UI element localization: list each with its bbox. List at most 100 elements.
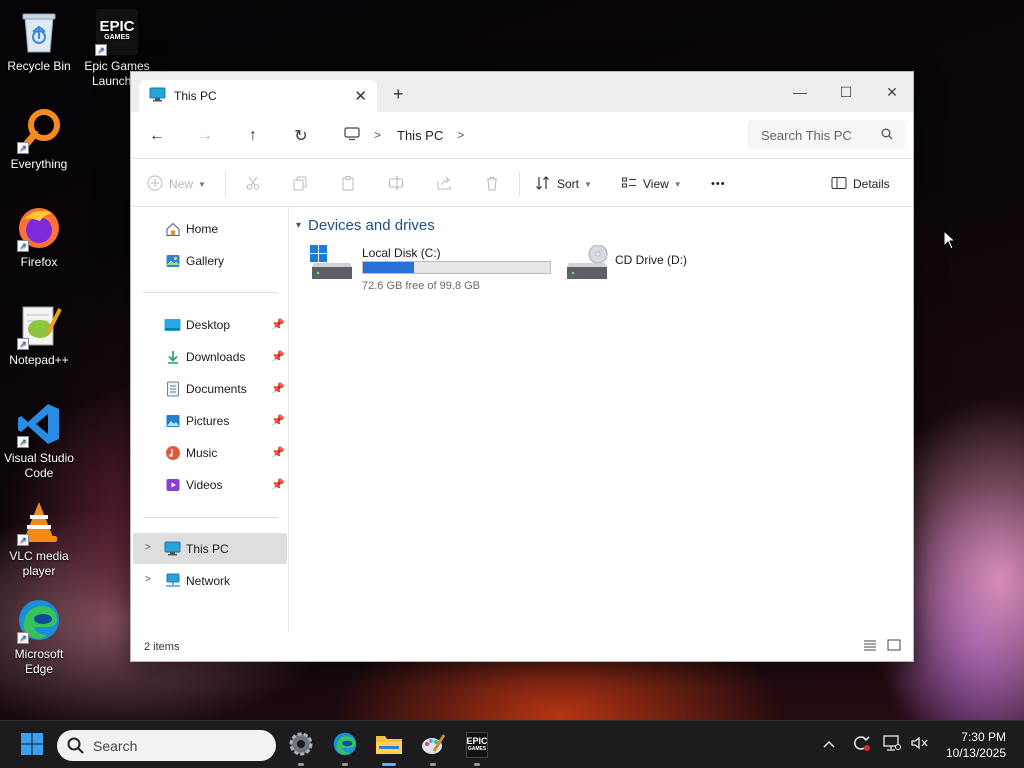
clock-time: 7:30 PM bbox=[961, 730, 1006, 744]
clock-date: 10/13/2025 bbox=[945, 746, 1006, 760]
running-indicator bbox=[298, 763, 304, 766]
sidebar-item-desktop[interactable]: Desktop 📌 bbox=[133, 309, 287, 340]
windows-logo-icon bbox=[20, 732, 44, 759]
taskbar-app-settings[interactable] bbox=[286, 730, 316, 766]
forward-button[interactable]: → bbox=[193, 124, 217, 148]
shortcut-arrow-icon: ↗ bbox=[17, 534, 29, 546]
epic-games-icon: EPIC GAMES bbox=[466, 732, 488, 758]
sort-button[interactable]: Sort ▼ bbox=[535, 173, 592, 195]
update-tray-icon[interactable] bbox=[850, 733, 872, 755]
delete-button[interactable] bbox=[484, 173, 500, 195]
vscode-icon: ↗ bbox=[15, 400, 63, 448]
close-button[interactable]: ✕ bbox=[869, 78, 915, 106]
recycle-bin-icon bbox=[15, 8, 63, 56]
sidebar-item-home[interactable]: Home bbox=[133, 213, 287, 244]
new-button[interactable]: New ▼ bbox=[147, 173, 206, 195]
pin-icon[interactable]: 📌 bbox=[271, 382, 285, 395]
desktop-icon-label: Microsoft Edge bbox=[14, 647, 64, 676]
edge-icon bbox=[332, 731, 358, 760]
title-bar: This PC ✕ + — ☐ ✕ bbox=[131, 72, 913, 112]
taskbar-clock[interactable]: 7:30 PM 10/13/2025 bbox=[946, 729, 1006, 761]
pin-icon[interactable]: 📌 bbox=[271, 446, 285, 459]
home-icon bbox=[164, 220, 181, 237]
file-explorer-icon bbox=[375, 732, 403, 759]
pin-icon[interactable]: 📌 bbox=[271, 318, 285, 331]
sidebar-item-label: Documents bbox=[186, 381, 247, 396]
chevron-right-icon[interactable]: > bbox=[145, 574, 151, 585]
desktop-icon-firefox[interactable]: ↗ Firefox bbox=[2, 204, 76, 270]
search-input[interactable]: Search This PC bbox=[747, 120, 905, 150]
sidebar-item-documents[interactable]: Documents 📌 bbox=[133, 373, 287, 404]
view-button[interactable]: View ▼ bbox=[621, 173, 682, 195]
network-tray-icon[interactable] bbox=[881, 733, 903, 755]
group-header-devices-and-drives[interactable]: ▾ Devices and drives bbox=[296, 217, 435, 234]
details-pane-button[interactable]: Details bbox=[831, 173, 890, 195]
more-options-button[interactable]: ••• bbox=[711, 173, 726, 195]
desktop-icon-notepad-plus-plus[interactable]: ↗ Notepad++ bbox=[2, 302, 76, 368]
minimize-button[interactable]: — bbox=[777, 78, 823, 106]
sidebar-item-label: Pictures bbox=[186, 413, 230, 428]
pin-icon[interactable]: 📌 bbox=[271, 414, 285, 427]
chevron-right-icon[interactable]: > bbox=[145, 542, 151, 553]
back-button[interactable]: ← bbox=[145, 124, 169, 148]
running-indicator bbox=[342, 763, 348, 766]
desktop-icon-recycle-bin[interactable]: Recycle Bin bbox=[2, 8, 76, 74]
sidebar-item-videos[interactable]: Videos 📌 bbox=[133, 469, 287, 500]
sidebar-item-this-pc[interactable]: > This PC bbox=[133, 533, 287, 564]
desktop-icon-edge[interactable]: ↗ Microsoft Edge bbox=[2, 596, 76, 677]
volume-tray-icon[interactable] bbox=[908, 733, 930, 755]
copy-icon bbox=[292, 175, 308, 194]
close-tab-icon[interactable]: ✕ bbox=[354, 87, 367, 105]
desktop-icon-label: Notepad++ bbox=[9, 353, 69, 367]
desktop-icon-label: Firefox bbox=[20, 255, 58, 269]
up-button[interactable]: ↑ bbox=[241, 124, 265, 148]
pin-icon[interactable]: 📌 bbox=[271, 350, 285, 363]
details-view-icon[interactable] bbox=[863, 639, 879, 653]
desktop-icon-label: Visual Studio Code bbox=[4, 451, 74, 480]
address-bar[interactable]: > This PC > bbox=[336, 120, 731, 150]
new-tab-button[interactable]: + bbox=[393, 84, 404, 105]
desktop-icon-everything[interactable]: ↗ Everything bbox=[2, 106, 76, 172]
sidebar-item-network[interactable]: > Network bbox=[133, 565, 287, 596]
chevron-right-icon[interactable]: > bbox=[457, 128, 464, 142]
chevron-right-icon[interactable]: > bbox=[374, 128, 381, 142]
rename-button[interactable] bbox=[388, 173, 404, 195]
taskbar-app-file-explorer[interactable] bbox=[374, 730, 404, 766]
desktop-icon-vscode[interactable]: ↗ Visual Studio Code bbox=[2, 400, 76, 481]
taskbar-search-placeholder: Search bbox=[93, 737, 138, 754]
show-hidden-icons-button[interactable] bbox=[818, 733, 840, 755]
refresh-button[interactable]: ↻ bbox=[289, 124, 313, 148]
sidebar-item-gallery[interactable]: Gallery bbox=[133, 245, 287, 276]
pin-icon[interactable]: 📌 bbox=[271, 478, 285, 491]
sidebar-item-label: This PC bbox=[186, 541, 229, 556]
search-icon bbox=[67, 737, 84, 757]
firefox-icon: ↗ bbox=[15, 204, 63, 252]
start-button[interactable] bbox=[17, 730, 47, 760]
large-icons-view-icon[interactable] bbox=[887, 639, 903, 653]
sidebar-divider bbox=[143, 292, 278, 293]
copy-button[interactable] bbox=[292, 173, 308, 195]
sidebar-item-pictures[interactable]: Pictures 📌 bbox=[133, 405, 287, 436]
share-icon bbox=[436, 175, 452, 194]
sidebar-item-music[interactable]: Music 📌 bbox=[133, 437, 287, 468]
taskbar-app-paint[interactable] bbox=[418, 730, 448, 766]
settings-icon bbox=[288, 731, 314, 760]
view-list-icon bbox=[621, 175, 637, 194]
sidebar-item-downloads[interactable]: Downloads 📌 bbox=[133, 341, 287, 372]
running-indicator bbox=[474, 763, 480, 766]
taskbar-app-edge[interactable] bbox=[330, 730, 360, 766]
cut-button[interactable] bbox=[245, 173, 261, 195]
breadcrumb-this-pc[interactable]: This PC bbox=[397, 128, 443, 143]
taskbar-search-box[interactable]: Search bbox=[57, 730, 276, 761]
tab-this-pc[interactable]: This PC ✕ bbox=[139, 80, 377, 112]
desktop-icon-label: Recycle Bin bbox=[7, 59, 71, 73]
paste-button[interactable] bbox=[340, 173, 356, 195]
maximize-button[interactable]: ☐ bbox=[823, 78, 869, 106]
shortcut-arrow-icon: ↗ bbox=[95, 44, 107, 56]
taskbar-app-epic-games[interactable]: EPIC GAMES bbox=[462, 730, 492, 766]
drive-local-disk-c[interactable]: Local Disk (C:) 72.6 GB free of 99.8 GB bbox=[310, 243, 555, 295]
share-button[interactable] bbox=[436, 173, 452, 195]
desktop-icon-vlc[interactable]: ↗ VLC media player bbox=[2, 498, 76, 579]
drive-cd-drive-d[interactable]: CD Drive (D:) bbox=[565, 243, 725, 285]
documents-icon bbox=[164, 380, 181, 397]
